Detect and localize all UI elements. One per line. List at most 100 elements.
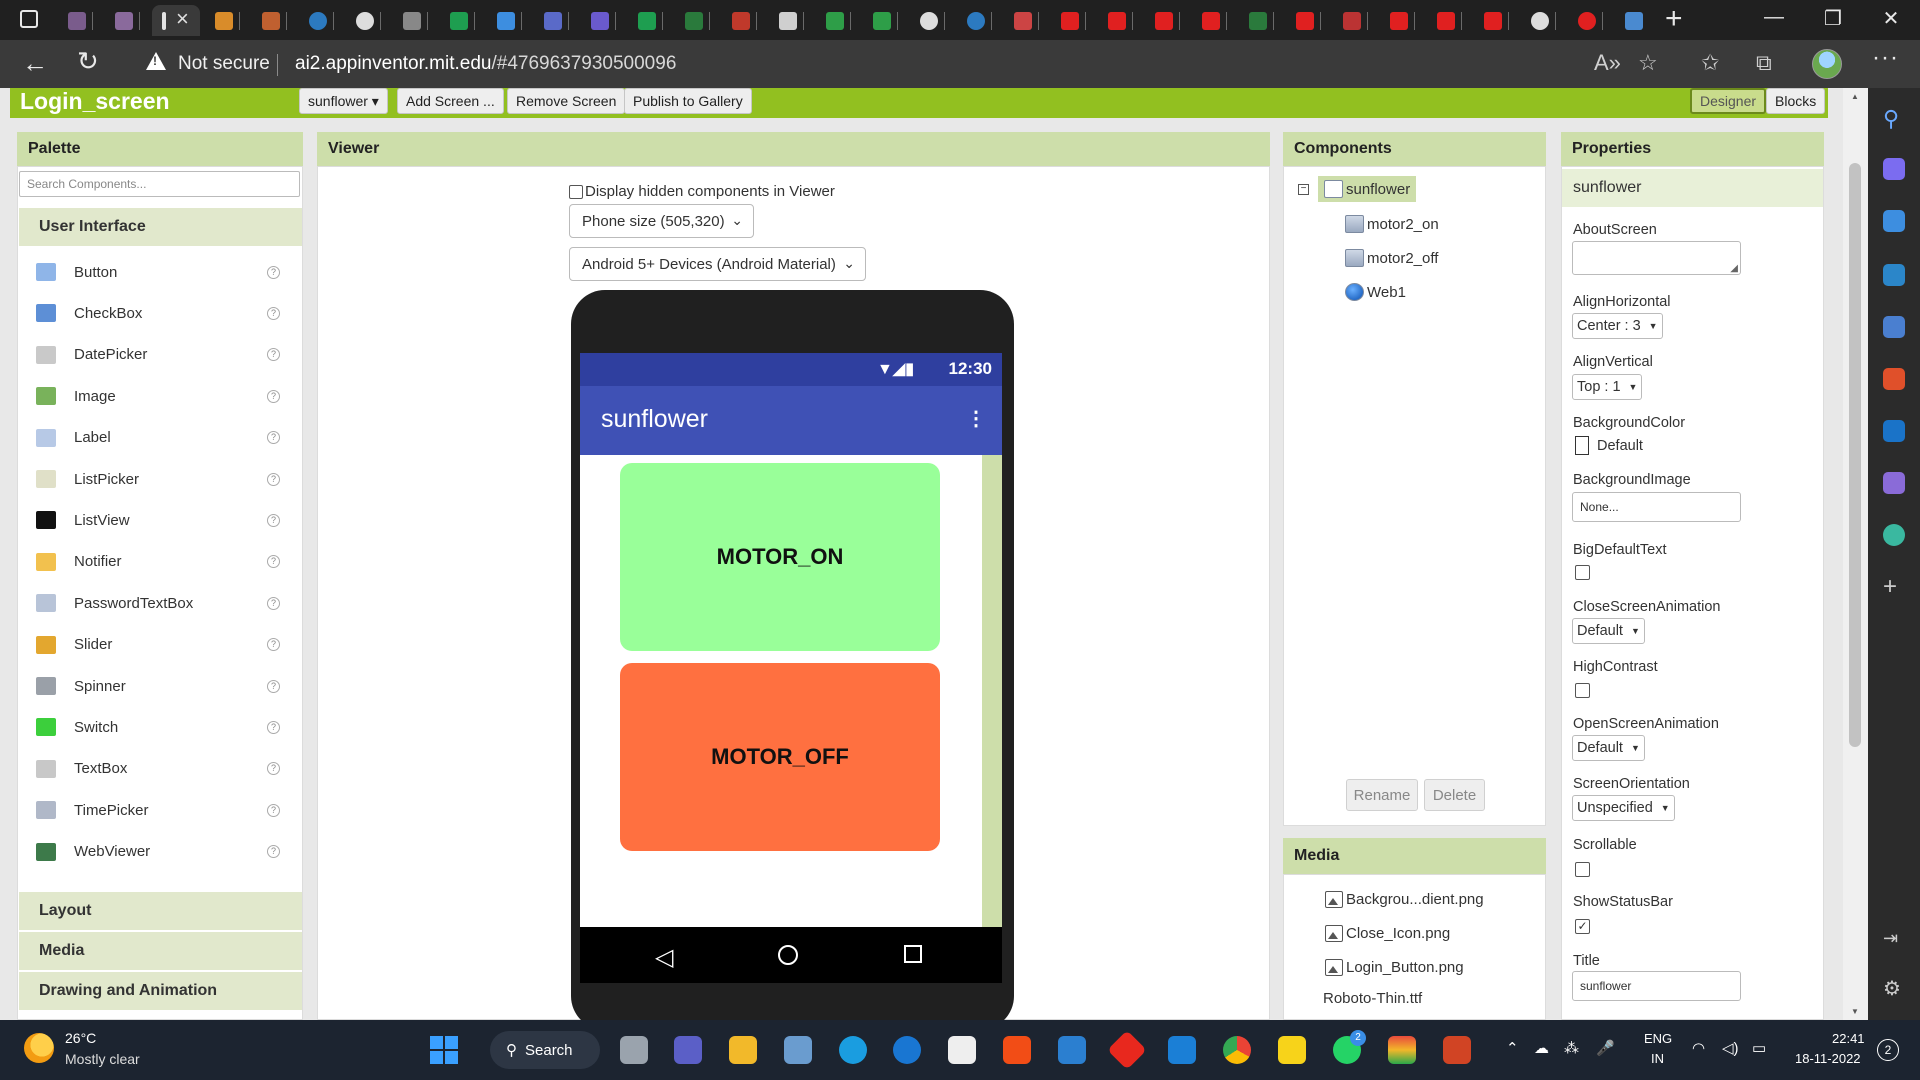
browser-tab[interactable]: [769, 5, 813, 36]
theme-select[interactable]: Android 5+ Devices (Android Material) ⌄: [569, 247, 866, 281]
browser-tab[interactable]: [910, 5, 954, 36]
prop-align-vertical-dropdown[interactable]: Top : 1 ▼: [1572, 374, 1643, 400]
outlook-icon[interactable]: [1883, 420, 1905, 442]
media-file[interactable]: Login_Button.png: [1325, 959, 1464, 976]
minimize-icon[interactable]: —: [1759, 6, 1789, 29]
browser-tab[interactable]: [957, 5, 1001, 36]
sticky-notes-icon[interactable]: [1278, 1036, 1306, 1064]
help-icon[interactable]: ?: [267, 720, 280, 734]
help-icon[interactable]: ?: [267, 555, 280, 569]
search-icon[interactable]: ⚲: [1883, 106, 1905, 131]
media-file[interactable]: Roboto-Thin.ttf: [1323, 990, 1422, 1007]
palette-item-button[interactable]: Button?: [20, 253, 300, 291]
profile-avatar[interactable]: [1812, 49, 1842, 79]
prop-background-image-input[interactable]: None...: [1572, 492, 1741, 522]
back-icon[interactable]: ←: [22, 48, 48, 79]
store-icon[interactable]: [948, 1036, 976, 1064]
designer-icon[interactable]: [1883, 472, 1905, 494]
browser-tab[interactable]: [1380, 5, 1424, 36]
collapse-tree-icon[interactable]: −: [1298, 184, 1309, 195]
component-motor2-off[interactable]: motor2_off: [1345, 249, 1438, 267]
notification-badge[interactable]: 2: [1877, 1039, 1899, 1061]
palette-item-image[interactable]: Image?: [20, 377, 300, 415]
blocks-button[interactable]: Blocks: [1766, 88, 1826, 114]
tray-app-icon[interactable]: ☁: [1534, 1039, 1549, 1057]
help-icon[interactable]: ?: [267, 762, 280, 776]
help-icon[interactable]: ?: [267, 845, 280, 859]
browser-tab[interactable]: [1098, 5, 1142, 36]
browser-tab[interactable]: [534, 5, 578, 36]
task-view-icon[interactable]: [620, 1036, 648, 1064]
scroll-up-icon[interactable]: ▲: [1851, 92, 1859, 101]
prop-align-horizontal-dropdown[interactable]: Center : 3 ▼: [1572, 313, 1663, 339]
close-window-icon[interactable]: ✕: [1876, 6, 1906, 31]
page-scrollbar-thumb[interactable]: [1849, 163, 1861, 747]
restore-icon[interactable]: ❐: [1818, 6, 1848, 31]
browser-tab[interactable]: [1615, 5, 1659, 36]
nav-home-icon[interactable]: [778, 945, 798, 965]
browser-tab[interactable]: [722, 5, 766, 36]
help-icon[interactable]: ?: [267, 679, 280, 693]
help-icon[interactable]: ?: [267, 306, 280, 320]
browser-tab[interactable]: [487, 5, 531, 36]
tab-actions-icon[interactable]: [20, 10, 38, 28]
brave-icon[interactable]: [1003, 1036, 1031, 1064]
palette-item-spinner[interactable]: Spinner?: [20, 667, 300, 705]
rename-button[interactable]: Rename: [1346, 779, 1418, 811]
category-layout[interactable]: Layout: [19, 892, 302, 930]
microphone-icon[interactable]: 🎤: [1596, 1039, 1615, 1057]
browser-tab[interactable]: [628, 5, 672, 36]
browser-tab[interactable]: [393, 5, 437, 36]
phone-size-select[interactable]: Phone size (505,320) ⌄: [569, 204, 754, 238]
browser-tab[interactable]: [816, 5, 860, 36]
category-media[interactable]: Media: [19, 932, 302, 970]
url-field[interactable]: ai2.appinventor.mit.edu/#476963793050009…: [295, 53, 676, 75]
hide-sidebar-icon[interactable]: ⇥: [1883, 928, 1905, 950]
palette-item-webviewer[interactable]: WebViewer?: [20, 833, 300, 871]
browser-tab[interactable]: [675, 5, 719, 36]
resize-handle-icon[interactable]: ◢: [1730, 263, 1738, 274]
clock-date[interactable]: 18-11-2022: [1795, 1051, 1861, 1066]
browser-tab[interactable]: [346, 5, 390, 36]
read-aloud-icon[interactable]: A»: [1594, 50, 1621, 76]
help-icon[interactable]: ?: [267, 389, 280, 403]
browser-tab[interactable]: [1333, 5, 1377, 36]
file-explorer-icon[interactable]: [729, 1036, 757, 1064]
anydesk-icon[interactable]: [1107, 1030, 1147, 1070]
palette-item-datepicker[interactable]: DatePicker?: [20, 336, 300, 374]
browser-tab[interactable]: [863, 5, 907, 36]
prop-open-animation-dropdown[interactable]: Default ▼: [1572, 735, 1645, 761]
palette-item-passwordtextbox[interactable]: PasswordTextBox?: [20, 584, 300, 622]
prop-about-screen-input[interactable]: ◢: [1572, 241, 1741, 275]
palette-item-notifier[interactable]: Notifier?: [20, 543, 300, 581]
media-file[interactable]: Close_Icon.png: [1325, 925, 1450, 942]
add-screen-button[interactable]: Add Screen ...: [397, 88, 504, 114]
palette-item-switch[interactable]: Switch?: [20, 708, 300, 746]
palette-search-input[interactable]: Search Components...: [19, 171, 300, 197]
taskbar-search[interactable]: ⚲ Search: [490, 1031, 600, 1069]
help-icon[interactable]: ?: [267, 638, 280, 652]
nav-recents-icon[interactable]: [904, 945, 922, 963]
help-icon[interactable]: ?: [267, 265, 280, 279]
browser-tab[interactable]: [1521, 5, 1565, 36]
nav-back-icon[interactable]: ◁: [655, 943, 673, 972]
battery-icon[interactable]: ▭: [1752, 1039, 1766, 1057]
prop-scrollable-checkbox[interactable]: [1575, 862, 1590, 877]
help-icon[interactable]: ?: [267, 596, 280, 610]
browser-tab[interactable]: [1004, 5, 1048, 36]
browser-tab[interactable]: [1192, 5, 1236, 36]
browser-tab[interactable]: [58, 5, 102, 36]
games-icon[interactable]: [1883, 316, 1905, 338]
browser-tab[interactable]: [1286, 5, 1330, 36]
remove-screen-button[interactable]: Remove Screen: [507, 88, 626, 114]
help-icon[interactable]: ?: [267, 513, 280, 527]
clock-time[interactable]: 22:41: [1832, 1031, 1865, 1046]
palette-item-timepicker[interactable]: TimePicker?: [20, 791, 300, 829]
scroll-down-icon[interactable]: ▼: [1851, 1007, 1859, 1016]
browser-tab[interactable]: [1474, 5, 1518, 36]
prop-big-default-text-checkbox[interactable]: [1575, 565, 1590, 580]
publish-gallery-button[interactable]: Publish to Gallery: [624, 88, 752, 114]
browser-tab[interactable]: [252, 5, 296, 36]
chrome-icon[interactable]: [1223, 1036, 1251, 1064]
browser-tab[interactable]: [1239, 5, 1283, 36]
